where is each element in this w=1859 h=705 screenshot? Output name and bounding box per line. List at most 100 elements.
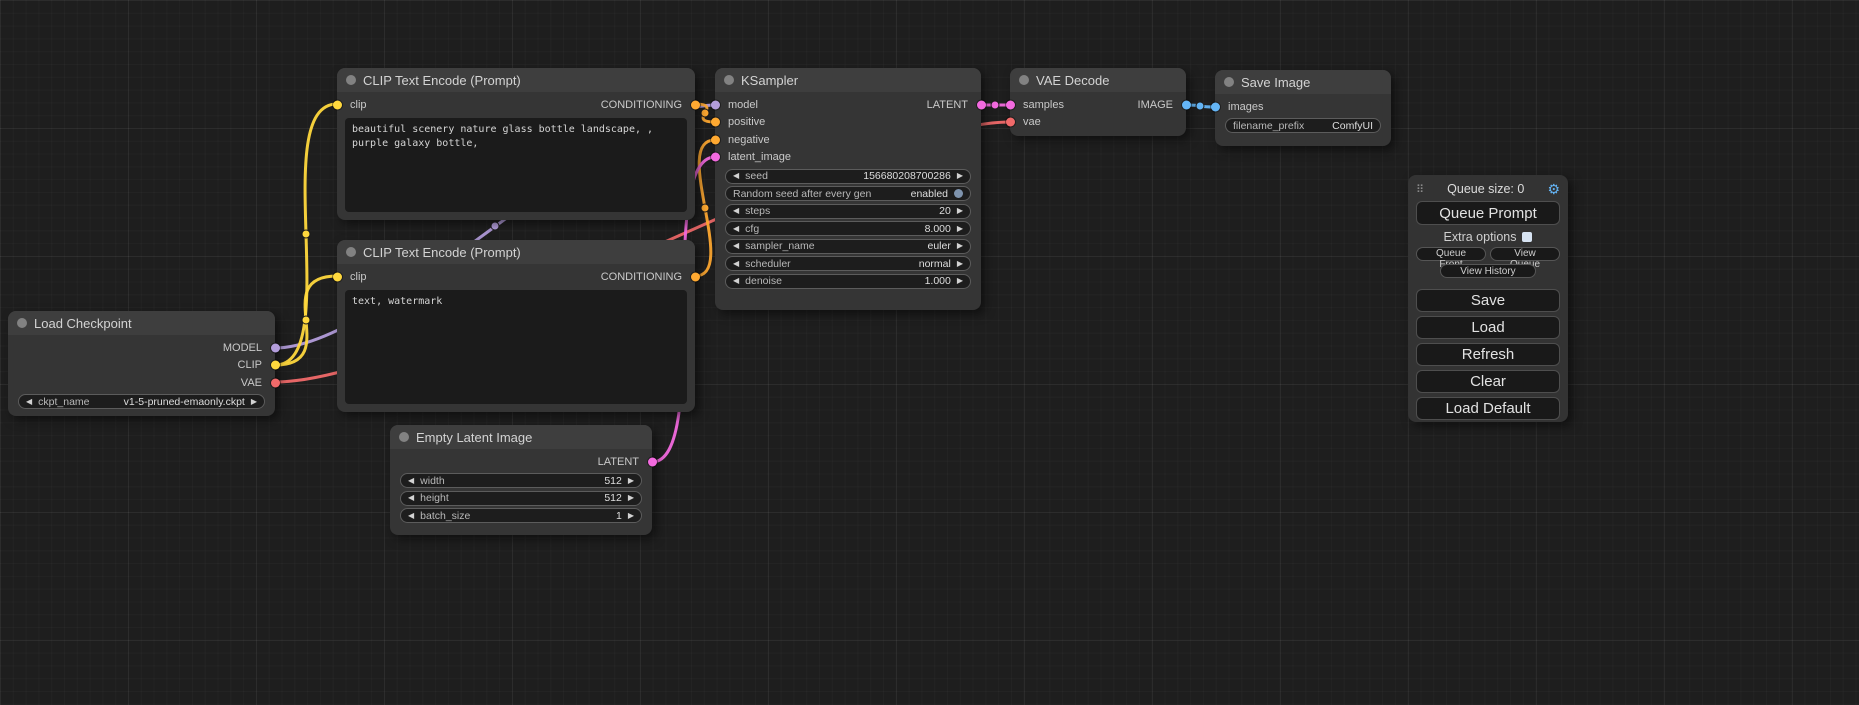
prompt-textarea[interactable]: text, watermark: [345, 290, 687, 404]
increment-icon[interactable]: ▶: [251, 398, 257, 406]
increment-icon[interactable]: ▶: [628, 494, 634, 502]
node-status-dot[interactable]: [17, 318, 27, 328]
node-vae-decode[interactable]: VAE Decode samples IMAGE vae: [1010, 68, 1186, 136]
increment-icon[interactable]: ▶: [957, 277, 963, 285]
increment-icon[interactable]: ▶: [628, 477, 634, 485]
node-title-bar[interactable]: CLIP Text Encode (Prompt): [337, 240, 695, 264]
node-title-bar[interactable]: Empty Latent Image: [390, 425, 652, 449]
node-status-dot[interactable]: [1019, 75, 1029, 85]
increment-icon[interactable]: ▶: [957, 260, 963, 268]
vae-input-port[interactable]: [1006, 118, 1015, 127]
random-seed-widget[interactable]: Random seed after every gen enabled: [725, 186, 971, 201]
latent-output-port[interactable]: [648, 457, 657, 466]
decrement-icon[interactable]: ◀: [26, 398, 32, 406]
filename-prefix-widget[interactable]: filename_prefix ComfyUI: [1225, 118, 1381, 133]
load-button[interactable]: Load: [1416, 316, 1560, 339]
sampler-name-widget[interactable]: ◀ sampler_name euler ▶: [725, 239, 971, 254]
node-clip-text-encode-positive[interactable]: CLIP Text Encode (Prompt) clip CONDITION…: [337, 68, 695, 220]
node-title-bar[interactable]: Load Checkpoint: [8, 311, 275, 335]
increment-icon[interactable]: ▶: [957, 207, 963, 215]
node-title-bar[interactable]: Save Image: [1215, 70, 1391, 94]
node-status-dot[interactable]: [346, 75, 356, 85]
node-title-bar[interactable]: VAE Decode: [1010, 68, 1186, 92]
decrement-icon[interactable]: ◀: [733, 172, 739, 180]
increment-icon[interactable]: ▶: [957, 172, 963, 180]
model-input-port[interactable]: [711, 100, 720, 109]
drag-handle-icon[interactable]: ⠿: [1416, 183, 1424, 196]
node-title-bar[interactable]: KSampler: [715, 68, 981, 92]
load-default-button[interactable]: Load Default: [1416, 397, 1560, 420]
node-ksampler[interactable]: KSampler model LATENT positive negative …: [715, 68, 981, 310]
wire-midpoint-dot: [302, 230, 310, 238]
view-queue-button[interactable]: View Queue: [1490, 247, 1560, 261]
save-button[interactable]: Save: [1416, 289, 1560, 312]
node-save-image[interactable]: Save Image images filename_prefix ComfyU…: [1215, 70, 1391, 146]
conditioning-output-port[interactable]: [691, 100, 700, 109]
clip-output-port[interactable]: [271, 361, 280, 370]
node-status-dot[interactable]: [724, 75, 734, 85]
port-row: VAE: [8, 374, 275, 392]
decrement-icon[interactable]: ◀: [733, 260, 739, 268]
settings-gear-icon[interactable]: ⚙: [1547, 181, 1560, 198]
decrement-icon[interactable]: ◀: [733, 242, 739, 250]
widget-value: enabled: [911, 188, 948, 200]
images-input-port[interactable]: [1211, 102, 1220, 111]
clip-input-port[interactable]: [333, 100, 342, 109]
seed-widget[interactable]: ◀ seed 156680208700286 ▶: [725, 169, 971, 184]
node-body: MODEL CLIP VAE ◀ ckpt_name v1-5-pruned-e…: [8, 335, 275, 409]
prompt-textarea[interactable]: beautiful scenery nature glass bottle la…: [345, 118, 687, 212]
height-widget[interactable]: ◀ height 512 ▶: [400, 491, 642, 506]
refresh-button[interactable]: Refresh: [1416, 343, 1560, 366]
decrement-icon[interactable]: ◀: [408, 477, 414, 485]
width-widget[interactable]: ◀ width 512 ▶: [400, 473, 642, 488]
view-history-button[interactable]: View History: [1440, 264, 1536, 278]
queue-front-button[interactable]: Queue Front: [1416, 247, 1486, 261]
batch-size-widget[interactable]: ◀ batch_size 1 ▶: [400, 508, 642, 523]
denoise-widget[interactable]: ◀ denoise 1.000 ▶: [725, 274, 971, 289]
widget-value: euler: [927, 240, 950, 252]
steps-widget[interactable]: ◀ steps 20 ▶: [725, 204, 971, 219]
toggle-indicator[interactable]: [954, 189, 963, 198]
node-status-dot[interactable]: [346, 247, 356, 257]
wire-midpoint-dot: [991, 101, 999, 109]
decrement-icon[interactable]: ◀: [733, 225, 739, 233]
image-output-label: IMAGE: [1138, 99, 1173, 111]
extra-options-checkbox[interactable]: [1522, 232, 1532, 242]
node-load-checkpoint[interactable]: Load Checkpoint MODEL CLIP VAE ◀ ckpt_na…: [8, 311, 275, 416]
widget-label: width: [420, 475, 445, 487]
extra-options-row: Extra options: [1416, 229, 1560, 245]
decrement-icon[interactable]: ◀: [408, 512, 414, 520]
model-output-port[interactable]: [271, 343, 280, 352]
node-clip-text-encode-negative[interactable]: CLIP Text Encode (Prompt) clip CONDITION…: [337, 240, 695, 412]
node-title-bar[interactable]: CLIP Text Encode (Prompt): [337, 68, 695, 92]
scheduler-widget[interactable]: ◀ scheduler normal ▶: [725, 256, 971, 271]
latent-image-input-port[interactable]: [711, 153, 720, 162]
positive-input-port[interactable]: [711, 118, 720, 127]
increment-icon[interactable]: ▶: [957, 225, 963, 233]
node-status-dot[interactable]: [399, 432, 409, 442]
clip-output-label: CLIP: [238, 359, 262, 371]
image-output-port[interactable]: [1182, 100, 1191, 109]
samples-input-port[interactable]: [1006, 100, 1015, 109]
node-status-dot[interactable]: [1224, 77, 1234, 87]
decrement-icon[interactable]: ◀: [733, 207, 739, 215]
negative-input-port[interactable]: [711, 135, 720, 144]
queue-prompt-button[interactable]: Queue Prompt: [1416, 201, 1560, 225]
vae-output-port[interactable]: [271, 378, 280, 387]
decrement-icon[interactable]: ◀: [408, 494, 414, 502]
graph-canvas[interactable]: Load Checkpoint MODEL CLIP VAE ◀ ckpt_na…: [0, 0, 1859, 705]
increment-icon[interactable]: ▶: [628, 512, 634, 520]
clear-button[interactable]: Clear: [1416, 370, 1560, 393]
clip-input-port[interactable]: [333, 272, 342, 281]
latent-output-port[interactable]: [977, 100, 986, 109]
cfg-widget[interactable]: ◀ cfg 8.000 ▶: [725, 221, 971, 236]
widget-value: 1.000: [925, 275, 951, 287]
positive-input-label: positive: [728, 116, 765, 128]
ckpt-name-widget[interactable]: ◀ ckpt_name v1-5-pruned-emaonly.ckpt ▶: [18, 394, 265, 409]
decrement-icon[interactable]: ◀: [733, 277, 739, 285]
queue-size-label: Queue size: 0: [1424, 182, 1547, 196]
increment-icon[interactable]: ▶: [957, 242, 963, 250]
widget-label: seed: [745, 170, 768, 182]
conditioning-output-port[interactable]: [691, 272, 700, 281]
node-empty-latent-image[interactable]: Empty Latent Image LATENT ◀ width 512 ▶ …: [390, 425, 652, 535]
